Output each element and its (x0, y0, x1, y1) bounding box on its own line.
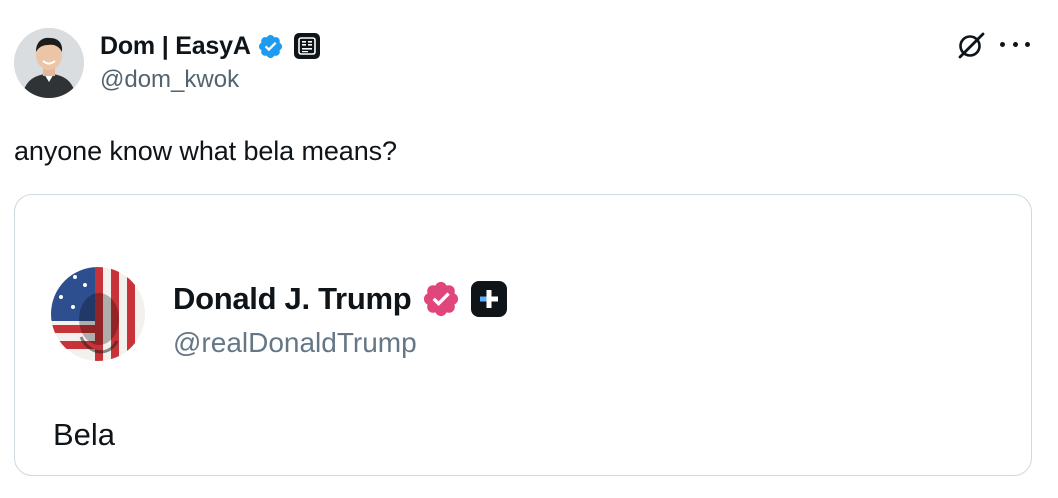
trump-post-text: Bela (53, 417, 116, 452)
trump-handle: @realDonaldTrump (173, 327, 417, 358)
tweet: Dom | EasyA @dom_kwok anyone know what b… (0, 0, 1058, 498)
tweet-media-image[interactable]: Donald J. Trump @realDonaldTrump Bela (14, 194, 1032, 476)
trump-avatar (51, 267, 145, 361)
trump-avatar-image (51, 267, 145, 361)
author-avatar-image (14, 28, 84, 98)
more-options-icon[interactable] (1000, 32, 1030, 56)
easya-affiliate-icon[interactable] (293, 33, 320, 59)
author-name-row: Dom | EasyA (100, 30, 320, 62)
more-dot (1000, 41, 1005, 47)
verified-badge-icon (421, 279, 461, 319)
plus-badge-icon (471, 281, 508, 317)
more-dot (1012, 41, 1018, 47)
author-handle[interactable]: @dom_kwok (100, 66, 239, 94)
more-dot (1025, 41, 1030, 47)
author-avatar[interactable] (14, 28, 84, 98)
trump-display-name: Donald J. Trump (173, 281, 412, 316)
grok-icon[interactable] (956, 30, 986, 60)
author-display-name[interactable]: Dom | EasyA (100, 32, 251, 61)
verified-badge-icon[interactable] (257, 33, 284, 60)
tweet-text: anyone know what bela means? (14, 136, 397, 166)
trump-name-row: Donald J. Trump (173, 279, 508, 319)
